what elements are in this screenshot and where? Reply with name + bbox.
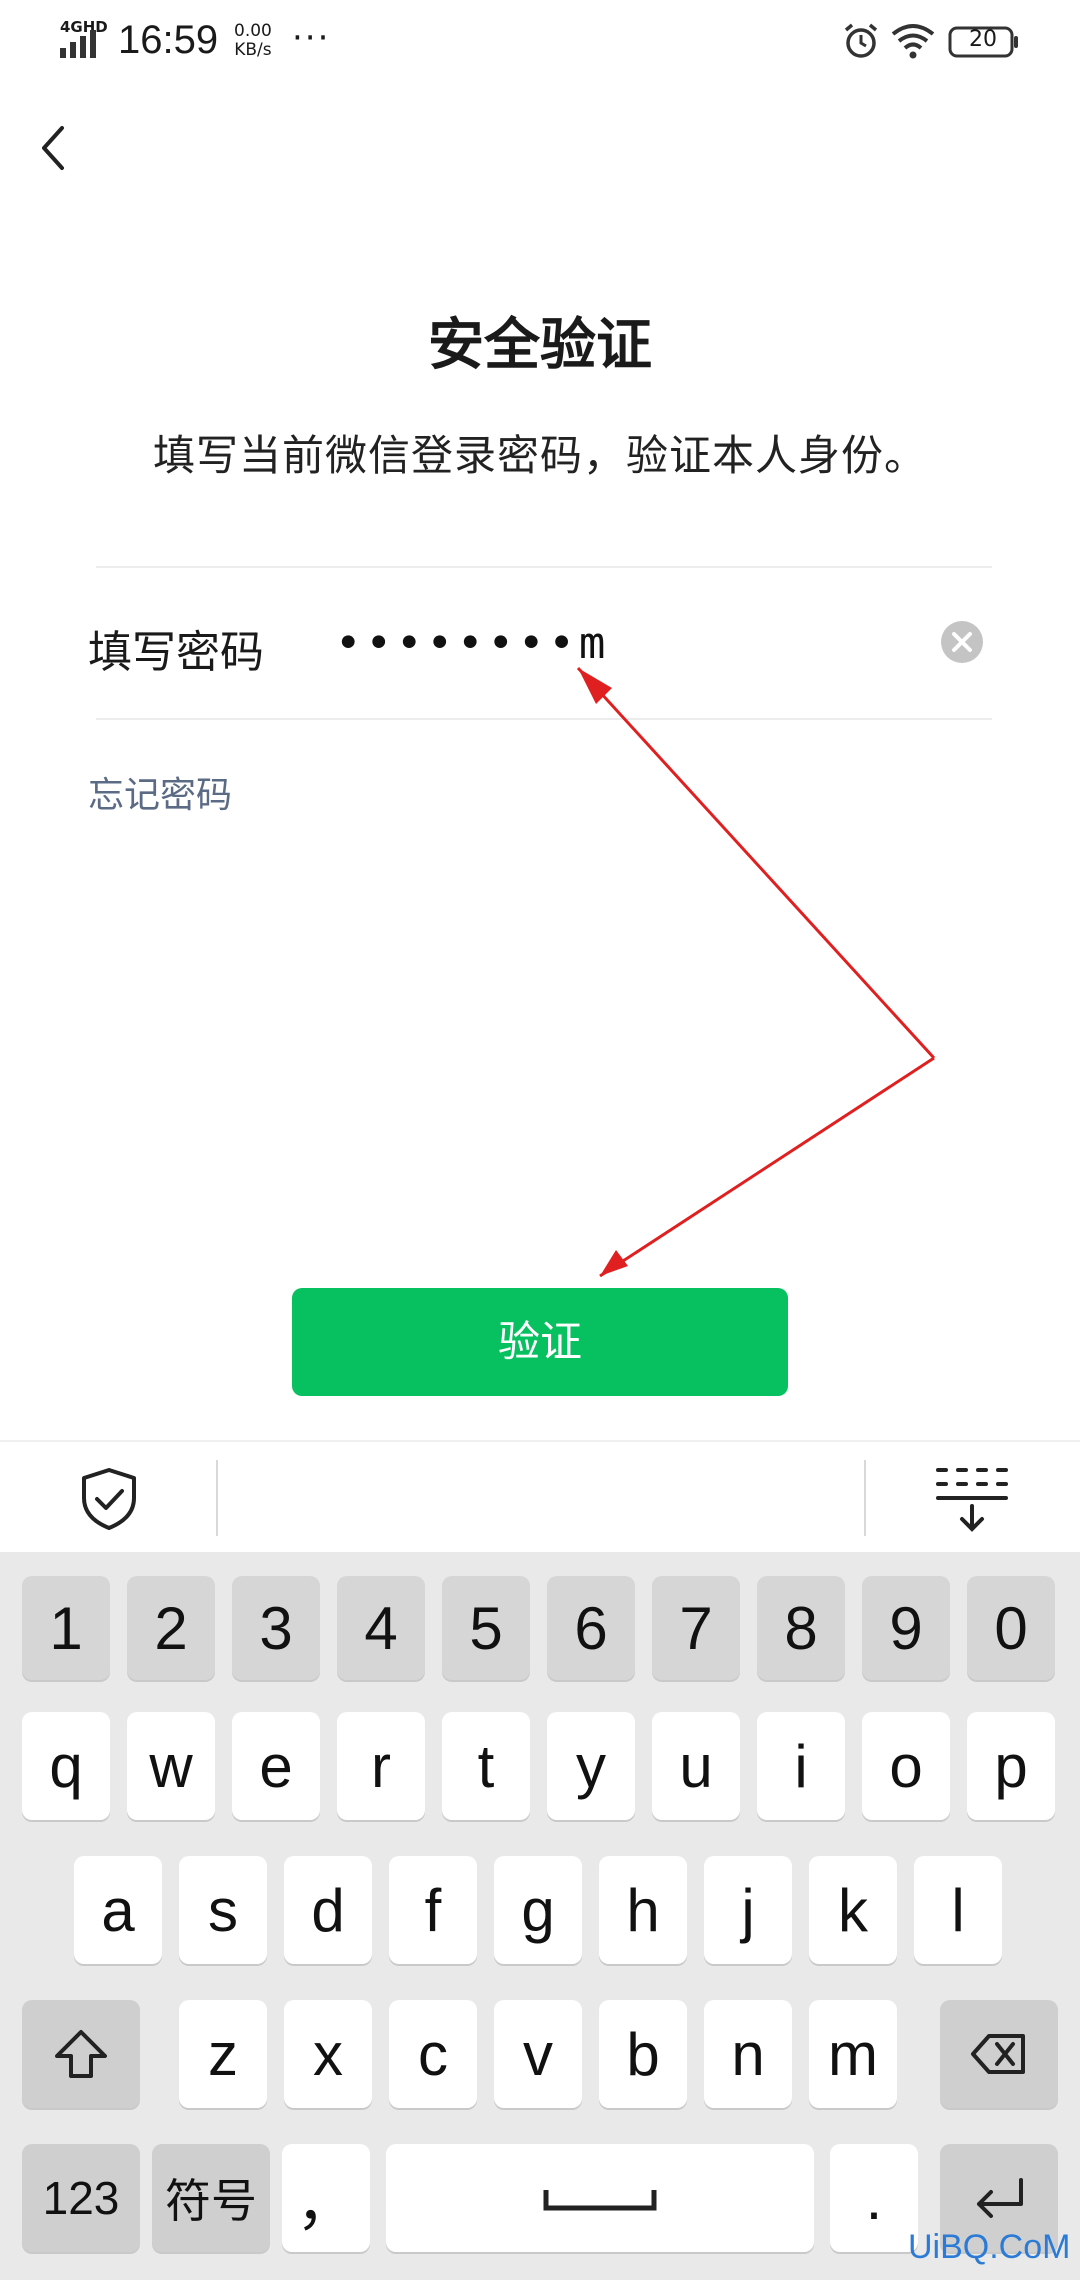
key-j[interactable]: j bbox=[704, 1856, 792, 1964]
key-k[interactable]: k bbox=[809, 1856, 897, 1964]
key-n[interactable]: n bbox=[704, 2000, 792, 2108]
key-2[interactable]: 2 bbox=[127, 1576, 215, 1680]
key-z[interactable]: z bbox=[179, 2000, 267, 2108]
numeric-key[interactable]: 123 bbox=[22, 2144, 140, 2252]
enter-icon bbox=[977, 2178, 1023, 2218]
key-p[interactable]: p bbox=[967, 1712, 1055, 1820]
verify-button[interactable]: 验证 bbox=[292, 1288, 788, 1396]
shift-key[interactable] bbox=[22, 2000, 140, 2108]
key-f[interactable]: f bbox=[389, 1856, 477, 1964]
key-v[interactable]: v bbox=[494, 2000, 582, 2108]
clear-icon[interactable] bbox=[940, 620, 984, 664]
signal-icon bbox=[60, 30, 96, 58]
page-subtitle: 填写当前微信登录密码，验证本人身份。 bbox=[152, 431, 927, 480]
key-s[interactable]: s bbox=[179, 1856, 267, 1964]
watermark: UiBQ.CoM bbox=[908, 2228, 1071, 2266]
shield-icon[interactable] bbox=[74, 1464, 144, 1534]
password-label: 填写密码 bbox=[88, 627, 264, 678]
key-c[interactable]: c bbox=[389, 2000, 477, 2108]
key-4[interactable]: 4 bbox=[337, 1576, 425, 1680]
key-w[interactable]: w bbox=[127, 1712, 215, 1820]
key-l[interactable]: l bbox=[914, 1856, 1002, 1964]
alarm-icon bbox=[844, 23, 878, 58]
toolbar-separator-right bbox=[864, 1460, 866, 1536]
key-t[interactable]: t bbox=[442, 1712, 530, 1820]
key-d[interactable]: d bbox=[284, 1856, 372, 1964]
key-o[interactable]: o bbox=[862, 1712, 950, 1820]
backspace-key[interactable] bbox=[940, 2000, 1058, 2108]
symbol-key[interactable]: 符号 bbox=[152, 2144, 270, 2252]
comma-key[interactable]: ， bbox=[282, 2144, 370, 2252]
key-g[interactable]: g bbox=[494, 1856, 582, 1964]
period-key[interactable]: . bbox=[830, 2144, 918, 2252]
password-input[interactable] bbox=[335, 608, 915, 678]
more-notifications: ··· bbox=[292, 18, 331, 58]
key-r[interactable]: r bbox=[337, 1712, 425, 1820]
arrow-head-button bbox=[600, 1250, 628, 1276]
annotation-arrows bbox=[576, 666, 936, 1278]
forgot-password-link[interactable]: 忘记密码 bbox=[88, 766, 232, 818]
key-q[interactable]: q bbox=[22, 1712, 110, 1820]
backspace-icon bbox=[971, 2034, 1025, 2074]
speed-value: 0.00 bbox=[234, 21, 272, 41]
collapse-keyboard-icon[interactable] bbox=[930, 1462, 1014, 1534]
back-icon[interactable] bbox=[30, 118, 80, 178]
speed-unit: KB/s bbox=[234, 40, 272, 60]
network-speed: 0.00 KB/s bbox=[234, 22, 272, 60]
divider-top bbox=[96, 566, 992, 568]
toolbar-separator-left bbox=[216, 1460, 218, 1536]
key-e[interactable]: e bbox=[232, 1712, 320, 1820]
key-i[interactable]: i bbox=[757, 1712, 845, 1820]
key-7[interactable]: 7 bbox=[652, 1576, 740, 1680]
key-b[interactable]: b bbox=[599, 2000, 687, 2108]
divider-bottom bbox=[96, 718, 992, 720]
key-5[interactable]: 5 bbox=[442, 1576, 530, 1680]
keyboard: 1 2 3 4 5 6 7 8 9 0 q w e r t y u i o p … bbox=[0, 1552, 1080, 2280]
key-9[interactable]: 9 bbox=[862, 1576, 950, 1680]
key-6[interactable]: 6 bbox=[547, 1576, 635, 1680]
battery-level: 20 bbox=[969, 27, 997, 52]
key-h[interactable]: h bbox=[599, 1856, 687, 1964]
key-1[interactable]: 1 bbox=[22, 1576, 110, 1680]
key-y[interactable]: y bbox=[547, 1712, 635, 1820]
key-a[interactable]: a bbox=[74, 1856, 162, 1964]
key-m[interactable]: m bbox=[809, 2000, 897, 2108]
page-title: 安全验证 bbox=[428, 313, 652, 378]
key-u[interactable]: u bbox=[652, 1712, 740, 1820]
status-bar: 4GHD 16:59 0.00 KB/s ··· 20 bbox=[0, 0, 1080, 86]
key-x[interactable]: x bbox=[284, 2000, 372, 2108]
shift-icon bbox=[55, 2030, 107, 2078]
key-8[interactable]: 8 bbox=[757, 1576, 845, 1680]
status-time: 16:59 bbox=[118, 18, 219, 62]
wifi-icon bbox=[891, 24, 935, 59]
keyboard-toolbar bbox=[0, 1440, 1080, 1552]
space-key[interactable] bbox=[386, 2144, 814, 2252]
key-3[interactable]: 3 bbox=[232, 1576, 320, 1680]
key-0[interactable]: 0 bbox=[967, 1576, 1055, 1680]
space-icon bbox=[543, 2190, 657, 2211]
